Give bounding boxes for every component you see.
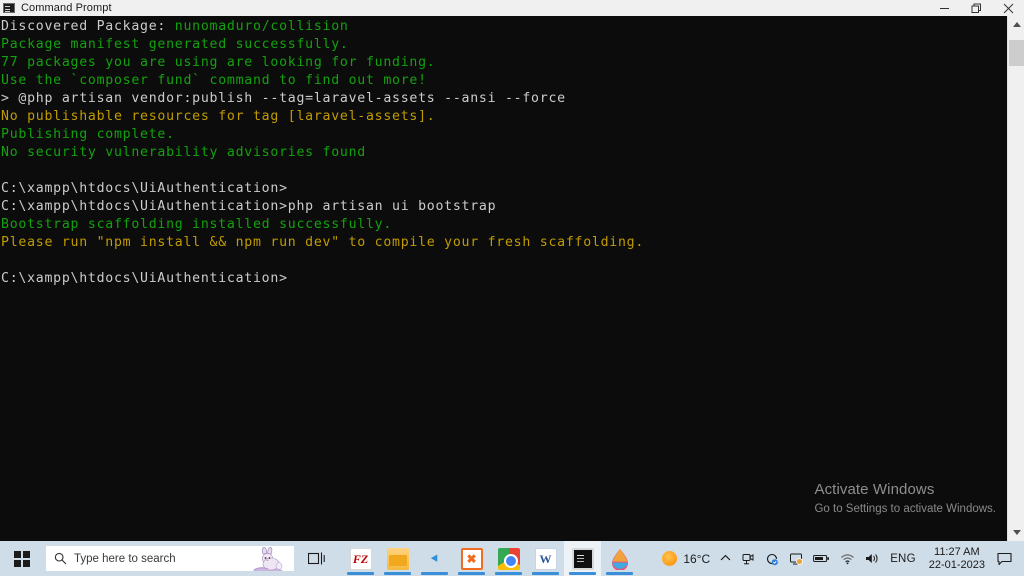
app-running-indicator (606, 572, 633, 575)
console-line: > @php artisan vendor:publish --tag=lara… (1, 90, 1007, 108)
app-running-indicator (347, 572, 374, 575)
app-running-indicator (532, 572, 559, 575)
microsoft-word-icon: W (534, 547, 557, 570)
language-indicator[interactable]: ENG (885, 541, 921, 576)
google-chrome-icon (497, 547, 520, 570)
taskbar-app-list: FZ ⯇ ✖ W (342, 541, 638, 576)
app-running-indicator (495, 572, 522, 575)
console-line: C:\xampp\htdocs\UiAuthentication>php art… (1, 198, 1007, 216)
taskbar-app-xampp-control-panel[interactable]: ✖ (453, 541, 490, 576)
scroll-up-arrow-icon[interactable] (1008, 16, 1024, 33)
console-text: > @php artisan vendor:publish --tag=lara… (1, 91, 566, 106)
console-text: C:\xampp\htdocs\UiAuthentication> (1, 271, 288, 286)
console-line: Bootstrap scaffolding installed successf… (1, 216, 1007, 234)
console-line: C:\xampp\htdocs\UiAuthentication> (1, 270, 1007, 288)
taskbar-app-microsoft-word[interactable]: W (527, 541, 564, 576)
search-input[interactable]: Type here to search (46, 546, 294, 571)
command-prompt-icon (571, 547, 594, 570)
window-titlebar[interactable]: Command Prompt (0, 0, 1024, 16)
clock-time: 11:27 AM (934, 545, 980, 558)
console-text: Please run "npm install && npm run dev" … (1, 235, 645, 250)
close-button[interactable] (992, 0, 1024, 16)
color-drop-app-icon (609, 548, 631, 570)
console-text: C:\xampp\htdocs\UiAuthentication> (1, 181, 288, 196)
app-running-indicator (458, 572, 485, 575)
console-body: Discovered Package: nunomaduro/collision… (0, 16, 1024, 541)
taskbar-app-file-explorer[interactable] (379, 541, 416, 576)
clock-date: 22-01-2023 (928, 558, 985, 571)
scroll-down-arrow-icon[interactable] (1008, 524, 1024, 541)
console-text: Use the `composer fund` command to find … (1, 73, 427, 88)
console-line: Please run "npm install && npm run dev" … (1, 234, 1007, 252)
volume-icon[interactable] (860, 541, 885, 576)
app-running-indicator (569, 572, 596, 575)
console-text: nunomaduro/collision (174, 19, 349, 34)
console-output[interactable]: Discovered Package: nunomaduro/collision… (0, 16, 1007, 541)
start-button[interactable] (0, 541, 44, 576)
console-text: No security vulnerability advisories fou… (1, 145, 366, 160)
console-text: No publishable resources for tag [larave… (1, 109, 436, 124)
app-running-indicator (384, 572, 411, 575)
windows-logo-icon (14, 550, 30, 567)
console-line: Discovered Package: nunomaduro/collision (1, 18, 1007, 36)
taskbar-app-visual-studio-code[interactable]: ⯇ (416, 541, 453, 576)
taskbar-app-color-drop-app[interactable] (601, 541, 638, 576)
search-icon (46, 552, 74, 565)
file-explorer-icon (386, 547, 409, 570)
weather-temperature: 16°C (683, 551, 711, 566)
taskbar-app-filezilla[interactable]: FZ (342, 541, 379, 576)
task-view-button[interactable] (294, 541, 338, 576)
bunny-illustration-icon (253, 547, 283, 571)
webcam-icon[interactable] (736, 541, 760, 576)
show-hidden-icons-button[interactable] (715, 541, 736, 576)
console-text: C:\xampp\htdocs\UiAuthentication>php art… (1, 199, 497, 214)
console-text: Publishing complete. (1, 127, 175, 142)
desktop: Command Prompt Discovered Package: nunom… (0, 0, 1024, 576)
visual-studio-code-icon: ⯇ (429, 551, 440, 566)
display-settings-icon[interactable] (784, 541, 808, 576)
console-text: 77 packages you are using are looking fo… (1, 55, 436, 70)
console-line: Publishing complete. (1, 126, 1007, 144)
taskbar-app-command-prompt[interactable] (564, 541, 601, 576)
wifi-icon[interactable] (835, 541, 860, 576)
clock[interactable]: 11:27 AM 22-01-2023 (921, 541, 993, 576)
console-line: 77 packages you are using are looking fo… (1, 54, 1007, 72)
sun-icon (662, 551, 678, 566)
window-controls (928, 0, 1024, 16)
console-line: No publishable resources for tag [larave… (1, 108, 1007, 126)
minimize-button[interactable] (928, 0, 960, 16)
console-line: Use the `composer fund` command to find … (1, 72, 1007, 90)
filezilla-icon: FZ (349, 547, 372, 570)
chrome-sync-icon[interactable] (760, 541, 784, 576)
weather-indicator[interactable]: 16°C (656, 541, 715, 576)
console-icon (3, 3, 15, 13)
console-scrollbar[interactable] (1007, 16, 1024, 541)
console-text: Discovered Package: (1, 19, 175, 34)
taskbar: Type here to search FZ ⯇ ✖ W 16°C ENG 11… (0, 541, 1024, 576)
app-running-indicator (421, 572, 448, 575)
console-line: No security vulnerability advisories fou… (1, 144, 1007, 162)
battery-icon[interactable] (808, 541, 835, 576)
command-prompt-window: Command Prompt Discovered Package: nunom… (0, 0, 1024, 541)
console-line: C:\xampp\htdocs\UiAuthentication> (1, 180, 1007, 198)
console-text: Package manifest generated successfully. (1, 37, 349, 52)
notification-center-icon[interactable] (993, 541, 1020, 576)
window-title: Command Prompt (21, 2, 112, 14)
console-line: Package manifest generated successfully. (1, 36, 1007, 54)
scrollbar-thumb[interactable] (1009, 40, 1024, 66)
console-text: Bootstrap scaffolding installed successf… (1, 217, 393, 232)
restore-button[interactable] (960, 0, 992, 16)
search-placeholder: Type here to search (74, 552, 176, 565)
system-tray: 16°C ENG 11:27 AM 22-01-2023 (656, 541, 1024, 576)
taskbar-app-google-chrome[interactable] (490, 541, 527, 576)
xampp-control-panel-icon: ✖ (460, 547, 483, 570)
